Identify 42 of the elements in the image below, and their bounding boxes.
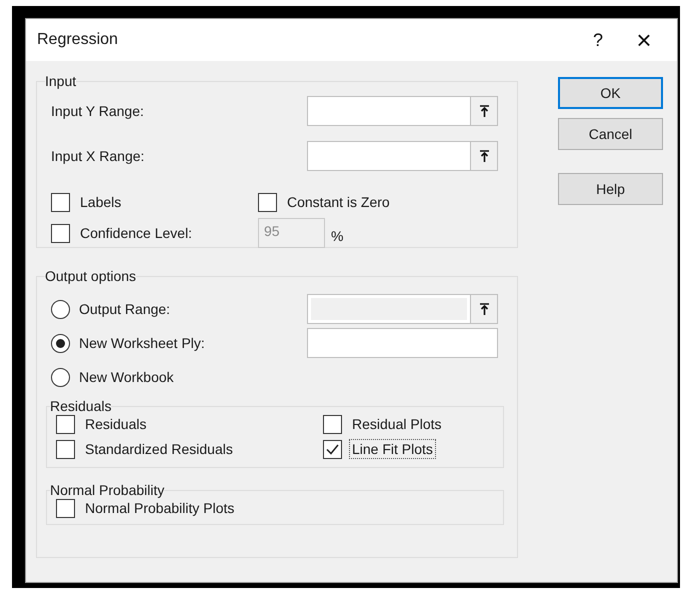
checkbox-label: Residual Plots bbox=[351, 415, 442, 434]
upload-arrow-icon bbox=[480, 104, 488, 118]
checkbox[interactable] bbox=[323, 440, 342, 458]
check-icon bbox=[326, 444, 339, 454]
range-picker-button[interactable] bbox=[470, 97, 497, 125]
checkbox-label: Residuals bbox=[84, 415, 148, 434]
checkbox[interactable] bbox=[51, 192, 70, 212]
dialog-button[interactable]: Cancel bbox=[558, 118, 663, 150]
group-title: Output options bbox=[45, 268, 136, 284]
help-button[interactable]: ? bbox=[575, 20, 621, 60]
checkbox[interactable] bbox=[258, 192, 277, 212]
group-title: Input bbox=[45, 73, 76, 89]
range-field[interactable] bbox=[307, 141, 498, 171]
group-title: Residuals bbox=[50, 398, 112, 414]
field-label: Input X Range: bbox=[51, 148, 144, 164]
window-title: Regression bbox=[37, 31, 119, 49]
checkbox[interactable] bbox=[56, 414, 75, 434]
upload-arrow-icon bbox=[480, 150, 488, 162]
dialog-button[interactable]: OK bbox=[558, 77, 663, 109]
checkbox[interactable] bbox=[323, 414, 342, 434]
dialog-button[interactable]: Help bbox=[558, 173, 663, 205]
radio-button[interactable] bbox=[51, 334, 70, 352]
radio-label: New Worksheet Ply: bbox=[78, 334, 206, 353]
range-picker-button[interactable] bbox=[470, 142, 497, 170]
range-field[interactable] bbox=[307, 96, 498, 126]
percent-label: % bbox=[331, 228, 344, 244]
checkbox[interactable] bbox=[56, 440, 75, 458]
checkbox-label: Confidence Level: bbox=[79, 224, 194, 243]
checkbox-label: Labels bbox=[79, 193, 122, 212]
upload-arrow-icon bbox=[480, 302, 488, 316]
group-title: Normal Probability bbox=[50, 482, 164, 498]
checkbox-label: Line Fit Plots bbox=[349, 439, 436, 459]
radio-button[interactable] bbox=[51, 368, 70, 386]
checkbox-label: Constant is Zero bbox=[286, 193, 391, 212]
radio-label: Output Range: bbox=[78, 300, 172, 319]
checkbox[interactable] bbox=[56, 498, 75, 518]
close-button[interactable]: × bbox=[621, 20, 667, 60]
checkbox-label: Normal Probability Plots bbox=[84, 499, 236, 518]
radio-label: New Workbook bbox=[78, 368, 175, 387]
checkbox-label: Standardized Residuals bbox=[84, 440, 234, 459]
text-field[interactable] bbox=[307, 328, 498, 358]
field-label: Input Y Range: bbox=[51, 103, 144, 119]
